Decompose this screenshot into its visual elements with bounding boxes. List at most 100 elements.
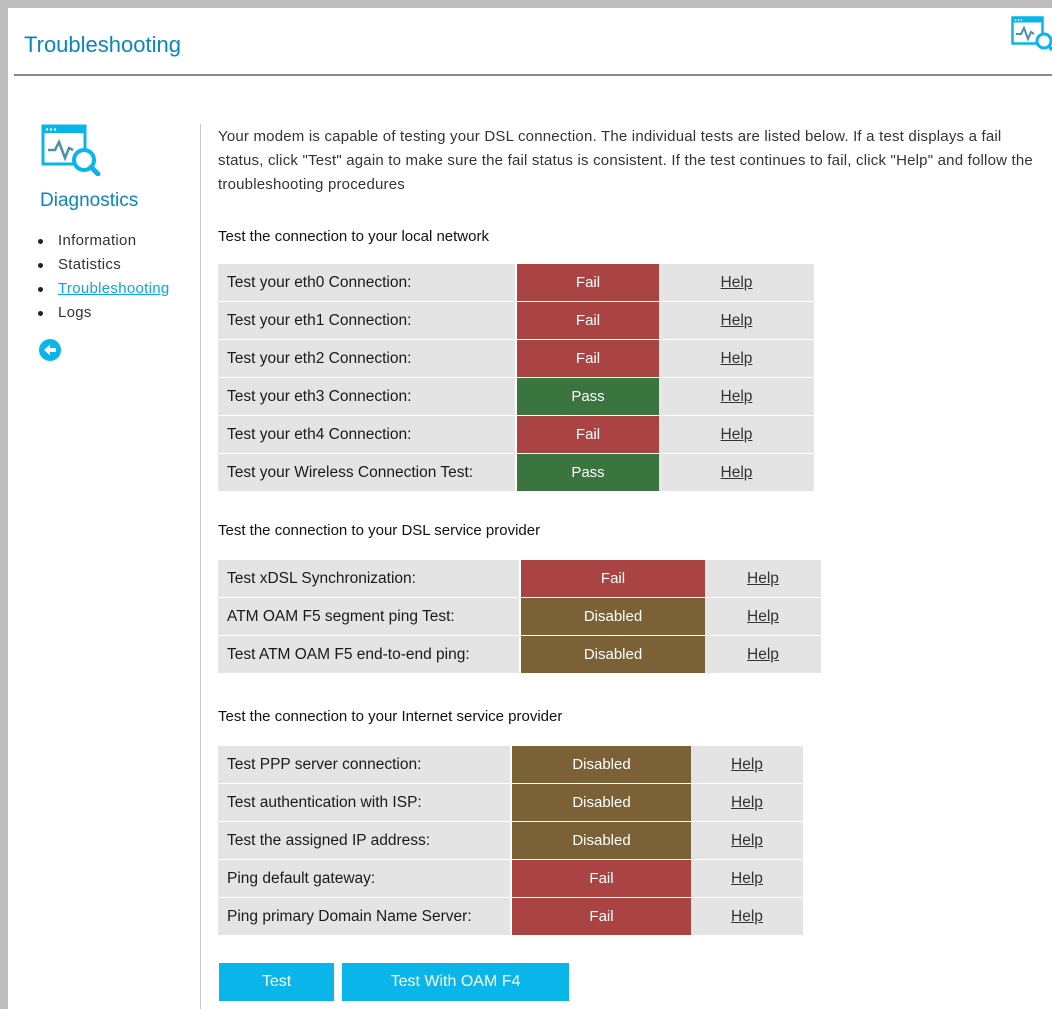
test-label: Test ATM OAM F5 end-to-end ping: xyxy=(218,635,520,674)
table-row: Test your eth0 Connection: Fail Help xyxy=(218,264,814,302)
sidebar-divider xyxy=(200,124,201,1009)
table-row: Test your eth3 Connection: Pass Help xyxy=(218,377,814,416)
table-body: Test PPP server connection: Disabled Help T… xyxy=(218,746,803,936)
dsl-provider-tests-table: Test xDSL Synchronization: Fail Help ATM OA… xyxy=(218,560,821,674)
internet-provider-tests-table: Test PPP server connection: Disabled Help T… xyxy=(218,746,803,936)
sidebar-item-logs[interactable]: Logs xyxy=(36,301,170,325)
local-network-tests-table: Test your eth0 Connection: Fail Help Test y… xyxy=(218,264,814,492)
window-frame-top xyxy=(0,0,1052,8)
status-badge: Pass xyxy=(515,377,659,416)
status-badge: Disabled xyxy=(510,821,691,860)
help-cell: Help xyxy=(691,746,803,784)
help-link[interactable]: Help xyxy=(731,870,763,887)
sidebar-item-label[interactable]: Troubleshooting xyxy=(58,280,170,297)
table-row: Test xDSL Synchronization: Fail Help xyxy=(218,560,821,598)
test-label: Test authentication with ISP: xyxy=(218,783,511,822)
test-label: Test PPP server connection: xyxy=(218,746,511,784)
help-link[interactable]: Help xyxy=(721,274,753,291)
test-label: Test your eth0 Connection: xyxy=(218,264,516,302)
diagnostics-monitor-icon xyxy=(1011,16,1052,54)
test-label: Test your eth2 Connection: xyxy=(218,339,516,378)
table-row: Test ATM OAM F5 end-to-end ping: Disabled… xyxy=(218,635,821,674)
status-badge: Pass xyxy=(515,453,659,492)
status-badge: Disabled xyxy=(519,597,705,636)
sidebar-item-label[interactable]: Logs xyxy=(58,304,92,321)
test-label: Test xDSL Synchronization: xyxy=(218,560,520,598)
table-row: ATM OAM F5 segment ping Test: Disabled Hel… xyxy=(218,597,821,636)
help-cell: Help xyxy=(691,859,803,898)
help-link[interactable]: Help xyxy=(721,464,753,481)
table-row: Ping primary Domain Name Server: Fail Help xyxy=(218,897,803,936)
table-row: Test your eth4 Connection: Fail Help xyxy=(218,415,814,454)
help-link[interactable]: Help xyxy=(731,794,763,811)
test-label: Ping default gateway: xyxy=(218,859,511,898)
diagnostics-magnifier-icon xyxy=(41,124,101,177)
section-heading-dsl-provider: Test the connection to your DSL service … xyxy=(218,522,541,539)
test-label: Test your Wireless Connection Test: xyxy=(218,453,516,492)
help-link[interactable]: Help xyxy=(721,312,753,329)
status-badge: Disabled xyxy=(519,635,705,674)
help-link[interactable]: Help xyxy=(747,570,779,587)
back-arrow-icon[interactable] xyxy=(39,339,61,361)
help-cell: Help xyxy=(659,377,814,416)
help-cell: Help xyxy=(659,415,814,454)
status-badge: Fail xyxy=(510,859,691,898)
help-cell: Help xyxy=(691,897,803,936)
help-cell: Help xyxy=(705,635,821,674)
page-title: Troubleshooting xyxy=(24,32,181,57)
help-link[interactable]: Help xyxy=(731,832,763,849)
status-badge: Fail xyxy=(510,897,691,936)
section-heading-local-network: Test the connection to your local networ… xyxy=(218,228,489,245)
help-cell: Help xyxy=(659,301,814,340)
status-badge: Disabled xyxy=(510,746,691,784)
sidebar-item-label[interactable]: Statistics xyxy=(58,256,121,273)
help-link[interactable]: Help xyxy=(721,388,753,405)
help-link[interactable]: Help xyxy=(731,908,763,925)
help-cell: Help xyxy=(659,339,814,378)
test-with-oam-f4-button[interactable]: Test With OAM F4 xyxy=(342,963,569,1001)
help-link[interactable]: Help xyxy=(721,350,753,367)
status-badge: Fail xyxy=(515,301,659,340)
help-link[interactable]: Help xyxy=(747,608,779,625)
window-frame-left xyxy=(0,0,8,1009)
help-link[interactable]: Help xyxy=(731,756,763,773)
sidebar-item-statistics[interactable]: Statistics xyxy=(36,253,170,277)
sidebar-item-troubleshooting[interactable]: Troubleshooting xyxy=(36,277,170,301)
status-badge: Fail xyxy=(515,415,659,454)
help-cell: Help xyxy=(691,821,803,860)
table-row: Test the assigned IP address: Disabled Hel… xyxy=(218,821,803,860)
status-badge: Fail xyxy=(515,339,659,378)
test-label: ATM OAM F5 segment ping Test: xyxy=(218,597,520,636)
intro-text: Your modem is capable of testing your DS… xyxy=(218,128,1033,193)
table-row: Test authentication with ISP: Disabled Hel… xyxy=(218,783,803,822)
section-heading-internet-provider: Test the connection to your Internet ser… xyxy=(218,708,563,725)
test-label: Test the assigned IP address: xyxy=(218,821,511,860)
status-badge: Fail xyxy=(515,264,659,302)
sidebar-heading: Diagnostics xyxy=(40,190,139,211)
sidebar-item-information[interactable]: Information xyxy=(36,229,170,253)
help-cell: Help xyxy=(705,597,821,636)
help-cell: Help xyxy=(659,453,814,492)
table-row: Test your Wireless Connection Test: Pass H… xyxy=(218,453,814,492)
test-label: Ping primary Domain Name Server: xyxy=(218,897,511,936)
test-label: Test your eth4 Connection: xyxy=(218,415,516,454)
table-row: Test PPP server connection: Disabled Help xyxy=(218,746,803,784)
help-link[interactable]: Help xyxy=(721,426,753,443)
sidebar-item-label[interactable]: Information xyxy=(58,232,136,249)
help-link[interactable]: Help xyxy=(747,646,779,663)
help-cell: Help xyxy=(691,783,803,822)
table-row: Test your eth1 Connection: Fail Help xyxy=(218,301,814,340)
test-button[interactable]: Test xyxy=(219,963,334,1001)
test-label: Test your eth3 Connection: xyxy=(218,377,516,416)
help-cell: Help xyxy=(705,560,821,598)
test-label: Test your eth1 Connection: xyxy=(218,301,516,340)
table-body: Test xDSL Synchronization: Fail Help ATM OA… xyxy=(218,560,821,674)
title-divider xyxy=(14,74,1052,76)
status-badge: Disabled xyxy=(510,783,691,822)
table-row: Ping default gateway: Fail Help xyxy=(218,859,803,898)
sidebar-nav: Information Statistics Troubleshooting L… xyxy=(36,229,170,325)
table-row: Test your eth2 Connection: Fail Help xyxy=(218,339,814,378)
help-cell: Help xyxy=(659,264,814,302)
status-badge: Fail xyxy=(519,560,705,598)
table-body: Test your eth0 Connection: Fail Help Test y… xyxy=(218,264,814,492)
